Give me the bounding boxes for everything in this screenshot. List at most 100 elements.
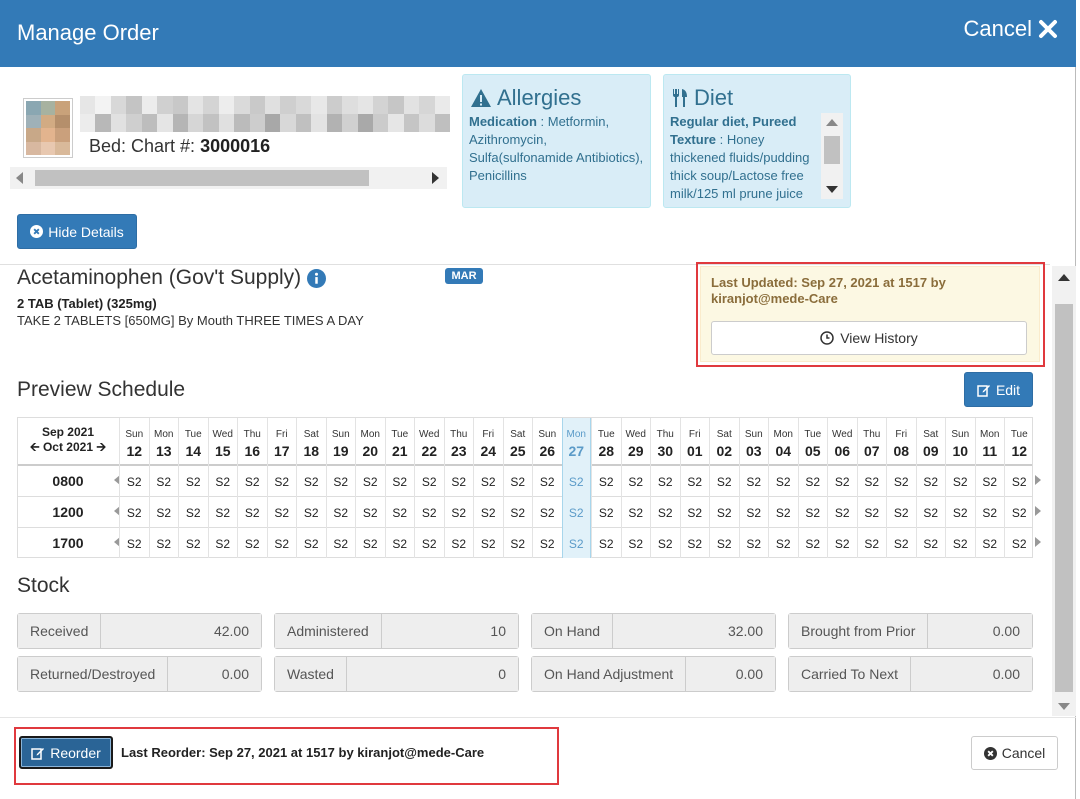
scroll-thumb[interactable] <box>35 170 369 186</box>
schedule-cell[interactable]: S2 <box>917 537 946 551</box>
schedule-cell[interactable]: S2 <box>533 506 562 520</box>
schedule-cell[interactable]: S2 <box>976 475 1005 489</box>
scroll-right-icon[interactable] <box>1035 506 1041 516</box>
schedule-cell[interactable]: S2 <box>179 506 208 520</box>
diet-scroll-thumb[interactable] <box>824 136 840 164</box>
schedule-cell[interactable]: S2 <box>946 537 975 551</box>
schedule-cell[interactable]: S2 <box>415 475 444 489</box>
schedule-cell[interactable]: S2 <box>710 475 739 489</box>
schedule-cell[interactable]: S2 <box>1005 537 1034 551</box>
arrow-right-icon[interactable]: 🡪 <box>96 440 106 454</box>
schedule-cell[interactable]: S2 <box>740 537 769 551</box>
schedule-cell[interactable]: S2 <box>533 537 562 551</box>
schedule-cell[interactable]: S2 <box>356 475 385 489</box>
schedule-cell[interactable]: S2 <box>327 506 356 520</box>
schedule-cell[interactable]: S2 <box>120 506 149 520</box>
schedule-cell[interactable]: S2 <box>386 475 415 489</box>
schedule-cell[interactable]: S2 <box>858 475 887 489</box>
schedule-cell[interactable]: S2 <box>356 537 385 551</box>
schedule-cell[interactable]: S2 <box>238 506 267 520</box>
schedule-cell[interactable]: S2 <box>268 537 297 551</box>
schedule-cell[interactable]: S2 <box>209 475 238 489</box>
schedule-cell[interactable]: S2 <box>563 475 591 489</box>
schedule-cell[interactable]: S2 <box>150 506 179 520</box>
schedule-cell[interactable]: S2 <box>268 475 297 489</box>
schedule-cell[interactable]: S2 <box>327 475 356 489</box>
schedule-cell[interactable]: S2 <box>386 537 415 551</box>
schedule-cell[interactable]: S2 <box>474 506 503 520</box>
modal-scroll-thumb[interactable] <box>1055 304 1073 692</box>
schedule-cell[interactable]: S2 <box>386 506 415 520</box>
schedule-cell[interactable]: S2 <box>504 506 533 520</box>
schedule-cell[interactable]: S2 <box>828 537 857 551</box>
schedule-cell[interactable]: S2 <box>799 537 828 551</box>
schedule-cell[interactable]: S2 <box>917 506 946 520</box>
schedule-cell[interactable]: S2 <box>120 537 149 551</box>
schedule-cell[interactable]: S2 <box>297 537 326 551</box>
schedule-cell[interactable]: S2 <box>445 475 474 489</box>
schedule-cell[interactable]: S2 <box>828 506 857 520</box>
scroll-up-icon[interactable] <box>1058 274 1070 281</box>
scroll-right-icon[interactable] <box>432 172 439 184</box>
schedule-cell[interactable]: S2 <box>917 475 946 489</box>
schedule-cell[interactable]: S2 <box>445 537 474 551</box>
schedule-cell[interactable]: S2 <box>238 537 267 551</box>
schedule-cell[interactable]: S2 <box>504 475 533 489</box>
schedule-cell[interactable]: S2 <box>356 506 385 520</box>
hide-details-button[interactable]: Hide Details <box>17 214 137 249</box>
scroll-up-icon[interactable] <box>826 119 838 126</box>
schedule-cell[interactable]: S2 <box>769 506 798 520</box>
schedule-cell[interactable]: S2 <box>592 506 621 520</box>
diet-scrollbar[interactable] <box>821 113 843 199</box>
schedule-cell[interactable]: S2 <box>592 537 621 551</box>
schedule-cell[interactable]: S2 <box>415 506 444 520</box>
schedule-cell[interactable]: S2 <box>946 506 975 520</box>
schedule-cell[interactable]: S2 <box>504 537 533 551</box>
schedule-cell[interactable]: S2 <box>651 475 680 489</box>
schedule-cell[interactable]: S2 <box>474 475 503 489</box>
schedule-cell[interactable]: S2 <box>651 506 680 520</box>
schedule-cell[interactable]: S2 <box>799 475 828 489</box>
schedule-cell[interactable]: S2 <box>592 475 621 489</box>
schedule-cell[interactable]: S2 <box>976 537 1005 551</box>
schedule-cell[interactable]: S2 <box>858 537 887 551</box>
header-cancel-button[interactable]: Cancel <box>964 16 1058 42</box>
scroll-left-icon[interactable] <box>16 172 23 184</box>
schedule-cell[interactable]: S2 <box>150 537 179 551</box>
schedule-cell[interactable]: S2 <box>769 475 798 489</box>
footer-cancel-button[interactable]: Cancel <box>971 736 1058 770</box>
schedule-cell[interactable]: S2 <box>209 506 238 520</box>
schedule-cell[interactable]: S2 <box>533 475 562 489</box>
scroll-right-icon[interactable] <box>1035 537 1041 547</box>
schedule-cell[interactable]: S2 <box>445 506 474 520</box>
schedule-cell[interactable]: S2 <box>946 475 975 489</box>
schedule-cell[interactable]: S2 <box>209 537 238 551</box>
schedule-cell[interactable]: S2 <box>563 506 591 520</box>
schedule-cell[interactable]: S2 <box>622 475 651 489</box>
schedule-cell[interactable]: S2 <box>415 537 444 551</box>
edit-schedule-button[interactable]: Edit <box>964 372 1033 407</box>
schedule-cell[interactable]: S2 <box>681 475 710 489</box>
schedule-cell[interactable]: S2 <box>1005 475 1034 489</box>
info-icon[interactable] <box>307 268 327 288</box>
schedule-cell[interactable]: S2 <box>563 537 591 551</box>
patient-horizontal-scrollbar[interactable] <box>10 167 447 189</box>
schedule-cell[interactable]: S2 <box>327 537 356 551</box>
schedule-cell[interactable]: S2 <box>179 537 208 551</box>
month-nav[interactable]: 🡨 Oct 2021 🡪 <box>18 440 118 455</box>
schedule-cell[interactable]: S2 <box>268 506 297 520</box>
schedule-cell[interactable]: S2 <box>887 537 916 551</box>
schedule-cell[interactable]: S2 <box>710 537 739 551</box>
scroll-down-icon[interactable] <box>1058 703 1070 710</box>
schedule-cell[interactable]: S2 <box>1005 506 1034 520</box>
schedule-cell[interactable]: S2 <box>710 506 739 520</box>
schedule-cell[interactable]: S2 <box>651 537 680 551</box>
schedule-cell[interactable]: S2 <box>858 506 887 520</box>
schedule-cell[interactable]: S2 <box>681 537 710 551</box>
schedule-cell[interactable]: S2 <box>740 506 769 520</box>
schedule-cell[interactable]: S2 <box>828 475 857 489</box>
schedule-cell[interactable]: S2 <box>120 475 149 489</box>
schedule-cell[interactable]: S2 <box>297 475 326 489</box>
scroll-right-icon[interactable] <box>1035 475 1041 485</box>
schedule-cell[interactable]: S2 <box>238 475 267 489</box>
